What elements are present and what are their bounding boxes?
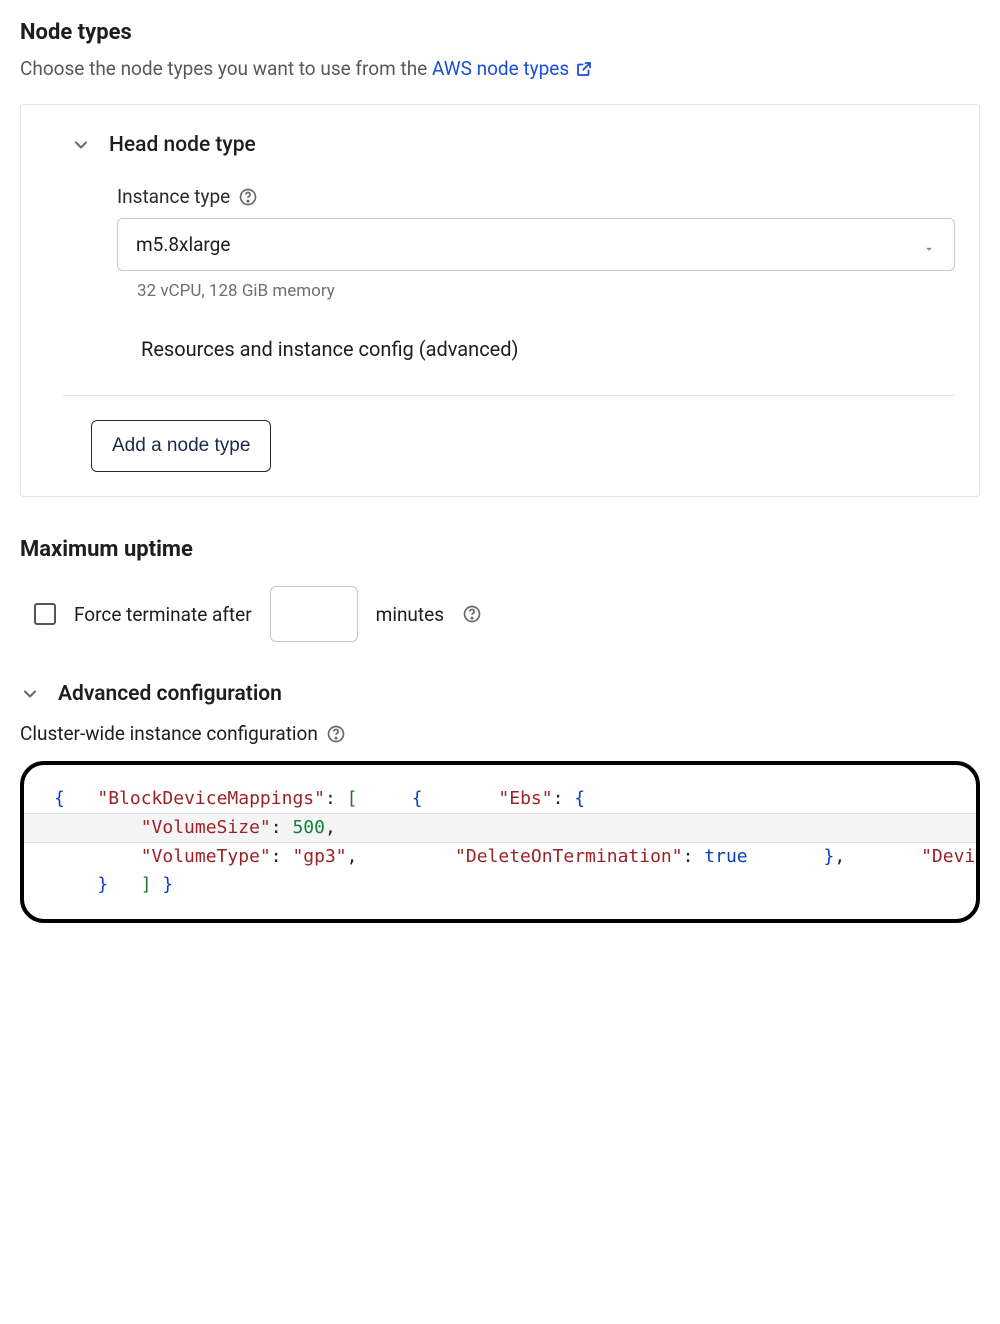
help-icon[interactable] bbox=[238, 187, 258, 207]
instance-type-helper: 32 vCPU, 128 GiB memory bbox=[137, 281, 955, 301]
cluster-config-code-editor[interactable]: { "BlockDeviceMappings": [ { "Ebs": { "V… bbox=[20, 761, 980, 923]
node-types-subtitle: Choose the node types you want to use fr… bbox=[20, 57, 980, 80]
instance-type-select[interactable]: m5.8xlarge bbox=[117, 218, 955, 271]
advanced-configuration-toggle[interactable]: Advanced configuration bbox=[20, 682, 980, 706]
force-terminate-label-after: minutes bbox=[376, 603, 444, 626]
uptime-minutes-input[interactable] bbox=[270, 586, 358, 642]
aws-node-types-link[interactable]: AWS node types bbox=[432, 57, 593, 80]
divider bbox=[63, 395, 955, 396]
caret-down-icon bbox=[922, 238, 936, 252]
instance-type-label: Instance type bbox=[117, 185, 230, 208]
instance-type-value: m5.8xlarge bbox=[136, 233, 230, 256]
advanced-configuration-title: Advanced configuration bbox=[58, 682, 282, 706]
force-terminate-label-before: Force terminate after bbox=[74, 603, 252, 626]
subtitle-prefix: Choose the node types you want to use fr… bbox=[20, 57, 432, 80]
cluster-wide-label: Cluster-wide instance configuration bbox=[20, 722, 318, 745]
chevron-down-icon bbox=[71, 135, 91, 155]
cluster-wide-heading-row: Cluster-wide instance configuration bbox=[20, 722, 980, 745]
add-node-type-button[interactable]: Add a node type bbox=[91, 420, 271, 472]
resources-advanced-toggle[interactable]: Resources and instance config (advanced) bbox=[121, 337, 955, 361]
instance-type-field: Instance type m5.8xlarge 32 vCPU, 128 Gi… bbox=[117, 185, 955, 301]
external-link-icon bbox=[575, 60, 593, 78]
help-icon[interactable] bbox=[462, 604, 482, 624]
force-terminate-checkbox[interactable] bbox=[34, 603, 56, 625]
node-types-card: Head node type Instance type m5.8xlarge … bbox=[20, 104, 980, 497]
head-node-type-label: Head node type bbox=[109, 133, 256, 157]
head-node-type-toggle[interactable]: Head node type bbox=[71, 133, 955, 157]
maximum-uptime-title: Maximum uptime bbox=[20, 537, 980, 562]
help-icon[interactable] bbox=[326, 724, 346, 744]
resources-advanced-label: Resources and instance config (advanced) bbox=[141, 337, 519, 361]
aws-node-types-link-text: AWS node types bbox=[432, 57, 569, 80]
node-types-title: Node types bbox=[20, 20, 980, 45]
chevron-down-icon bbox=[20, 684, 40, 704]
uptime-row: Force terminate after minutes bbox=[34, 586, 980, 642]
